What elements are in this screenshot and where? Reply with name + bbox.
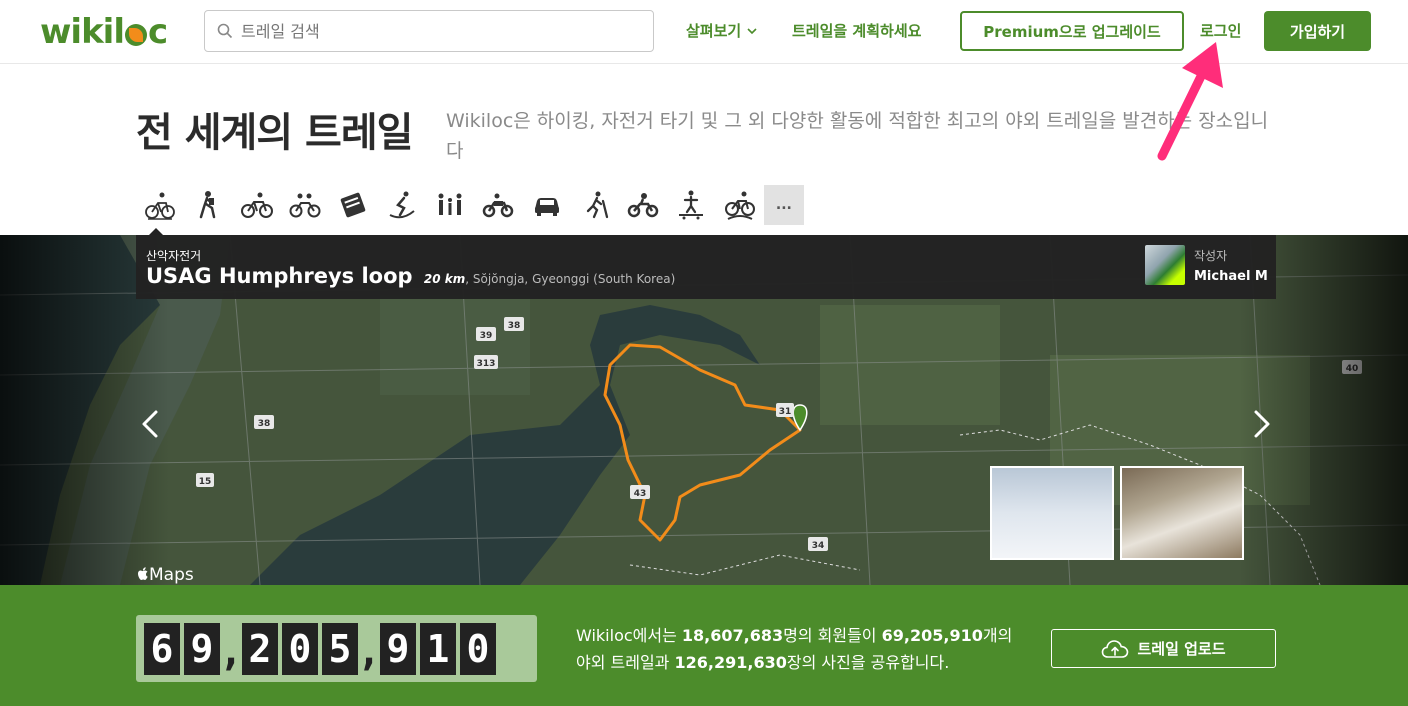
counter-digit: 1 [420, 622, 456, 675]
annotation-arrow-icon [1157, 42, 1223, 161]
skiing-icon[interactable] [377, 185, 425, 225]
counter-digit: 0 [282, 622, 318, 675]
nav-explore-label: 살펴보기 [686, 22, 742, 40]
author-label: 작성자 [1194, 249, 1228, 263]
dirt-bike-icon[interactable] [619, 185, 667, 225]
stats-summary: Wikiloc에서는 18,607,683명의 회원들이 69,205,910개… [576, 622, 1016, 676]
family-walk-icon[interactable] [426, 185, 474, 225]
more-activities-button[interactable]: ... [763, 185, 804, 225]
bmx-icon[interactable] [716, 185, 764, 225]
counter-digit: 5 [322, 622, 358, 675]
signup-button[interactable]: 가입하기 [1264, 11, 1371, 51]
trail-activity-label: 산악자전거 [146, 249, 202, 263]
search-box[interactable] [204, 10, 654, 52]
search-input[interactable] [241, 21, 621, 41]
counter-digit: 9 [184, 622, 220, 675]
author-name[interactable]: Michael M [1194, 269, 1268, 284]
car-icon[interactable] [522, 185, 570, 225]
trail-photo-thumbnail[interactable] [990, 466, 1114, 560]
stats-text-suffix: 장의 사진을 공유합니다. [786, 653, 950, 672]
stats-photos: 126,291,630 [674, 653, 787, 672]
nav-explore[interactable]: 살펴보기 [686, 20, 757, 41]
cloud-upload-icon [1102, 639, 1129, 658]
trail-photo-thumbnail[interactable] [1120, 466, 1244, 560]
trail-name[interactable]: USAG Humphreys loop [146, 264, 413, 288]
stats-text-mid1: 명의 회원들이 [783, 626, 882, 645]
tandem-bike-icon[interactable] [281, 185, 329, 225]
stats-trails: 69,205,910 [881, 626, 983, 645]
upload-trail-button[interactable]: 트레일 업로드 [1051, 629, 1276, 668]
trail-location-sep: , [465, 272, 473, 286]
trail-counter: 6 9 , 2 0 5 , 9 1 0 [136, 615, 537, 682]
skateboard-icon[interactable] [667, 185, 715, 225]
counter-digit: 6 [144, 622, 180, 675]
motorcycle-icon[interactable] [474, 185, 522, 225]
counter-separator: , [218, 628, 244, 675]
hiking-icon[interactable] [184, 185, 232, 225]
counter-digit: 9 [380, 622, 416, 675]
trail-title-line[interactable]: USAG Humphreys loop 20 km, Sŏjŏngja, Gye… [146, 264, 675, 288]
nav-plan-trail[interactable]: 트레일을 계획하세요 [792, 20, 921, 41]
trail-running-icon[interactable] [571, 185, 619, 225]
counter-digit: 2 [242, 622, 278, 675]
counter-digit: 0 [460, 622, 496, 675]
chevron-down-icon [747, 27, 757, 34]
search-icon [217, 23, 233, 39]
upload-trail-label: 트레일 업로드 [1137, 640, 1226, 658]
map-attribution-label: Maps [149, 565, 194, 585]
counter-separator: , [356, 628, 382, 675]
trail-distance: 20 km [423, 272, 466, 286]
stats-members: 18,607,683 [681, 626, 784, 645]
stats-text-prefix: Wikiloc에서는 [576, 626, 682, 645]
next-arrow-icon[interactable] [1250, 408, 1274, 440]
guide-book-icon[interactable] [329, 185, 377, 225]
activity-filter-bar: ... [136, 185, 804, 225]
previous-arrow-icon[interactable] [138, 408, 162, 440]
wikiloc-logo[interactable]: wikil c [40, 12, 168, 52]
cycling-icon[interactable] [233, 185, 281, 225]
mountain-biking-icon[interactable] [136, 185, 184, 225]
page-title: 전 세계의 트레일 [136, 110, 413, 156]
author-avatar[interactable] [1145, 245, 1185, 285]
login-link[interactable]: 로그인 [1200, 20, 1241, 41]
trail-info-bar[interactable]: 산악자전거 USAG Humphreys loop 20 km, Sŏjŏngj… [136, 235, 1276, 299]
map-attribution: Maps [137, 565, 194, 585]
trail-location: Sŏjŏngja, Gyeonggi (South Korea) [472, 272, 676, 286]
apple-logo-icon [138, 567, 148, 580]
leaf-o-icon [124, 24, 147, 46]
